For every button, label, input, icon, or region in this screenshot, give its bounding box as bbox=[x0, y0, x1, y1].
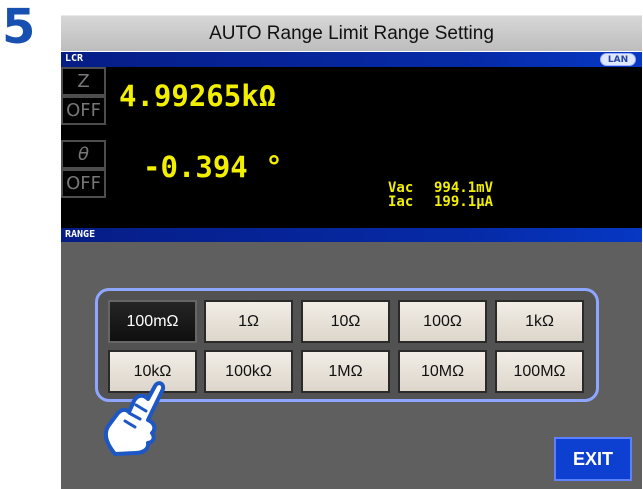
parameter-box[interactable]: OFF bbox=[61, 96, 106, 125]
range-button-1[interactable]: 1Ω bbox=[204, 300, 293, 343]
range-button-1k[interactable]: 1kΩ bbox=[495, 300, 584, 343]
parameter-box[interactable]: Z bbox=[61, 67, 106, 96]
lan-badge: LAN bbox=[600, 53, 636, 66]
range-button-panel: 100mΩ 1Ω 10Ω 100Ω 1kΩ 10kΩ 100kΩ 1MΩ 10M… bbox=[95, 288, 599, 402]
range-button-10m[interactable]: 10MΩ bbox=[398, 350, 487, 393]
parameter-box[interactable]: θ bbox=[61, 140, 106, 169]
pointing-hand-icon bbox=[103, 381, 166, 456]
primary-measurement: 4.99265kΩ bbox=[119, 79, 277, 113]
iac-label: Iac bbox=[388, 194, 414, 210]
range-button-100k[interactable]: 100kΩ bbox=[204, 350, 293, 393]
mode-bar: LCR LAN bbox=[61, 52, 642, 67]
range-bar: RANGE bbox=[61, 228, 642, 242]
parameter-box[interactable]: OFF bbox=[61, 169, 106, 198]
range-button-100m-ohm[interactable]: 100MΩ bbox=[495, 350, 584, 393]
mode-label: LCR bbox=[65, 53, 84, 64]
iac-value: 199.1μA bbox=[434, 194, 494, 210]
instruction-title: AUTO Range Limit Range Setting bbox=[61, 15, 642, 51]
range-button-100[interactable]: 100Ω bbox=[398, 300, 487, 343]
range-title: RANGE bbox=[65, 229, 96, 240]
exit-button[interactable]: EXIT bbox=[554, 437, 632, 481]
range-button-1m[interactable]: 1MΩ bbox=[301, 350, 390, 393]
vac-label: Vac bbox=[388, 180, 414, 196]
range-button-10[interactable]: 10Ω bbox=[301, 300, 390, 343]
step-number: 5 bbox=[2, 0, 36, 55]
vac-value: 994.1mV bbox=[434, 180, 494, 196]
range-button-100m[interactable]: 100mΩ bbox=[108, 300, 197, 343]
secondary-measurement: -0.394 ° bbox=[143, 150, 283, 184]
